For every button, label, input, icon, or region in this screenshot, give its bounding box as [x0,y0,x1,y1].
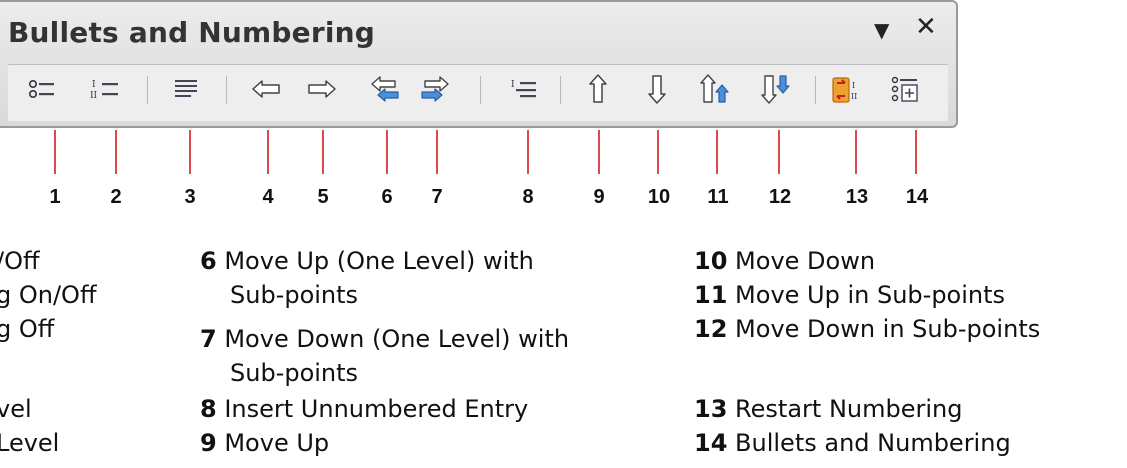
legend-number: 9 [200,429,217,457]
legend-item: 6 Move Up (One Level) with [200,246,534,277]
callout-line-1 [54,130,56,174]
legend-text: Move Down in Sub-points [735,315,1041,343]
callout-line-14 [915,130,917,174]
legend-item-continuation: Sub-points [230,281,359,309]
callout-line-5 [322,130,324,174]
legend-item: /Off [0,247,40,275]
bullets-icon[interactable] [26,72,60,106]
callout-line-13 [855,130,857,174]
legend-item: 9 Move Up [200,428,329,459]
toolbar-separator [815,76,816,104]
bullets-and-numbering-toolbar: Bullets and Numbering ▼ ✕ [0,0,958,128]
callout-number: 2 [110,186,122,208]
arrow-left-icon[interactable] [249,72,283,106]
numbering-icon[interactable]: I II [89,72,123,106]
legend-text: Move Down [735,247,876,275]
legend-number: 14 [694,429,728,457]
legend-text: Bullets and Numbering [735,429,1011,457]
legend-item: g On/Off [0,281,97,309]
legend-number: 12 [694,315,728,343]
legend-item: g Off [0,315,55,343]
svg-text:I: I [852,81,855,90]
legend-item: 11 Move Up in Sub-points [694,280,1005,311]
arrow-down-icon[interactable] [640,72,674,106]
legend-number: 13 [694,395,728,423]
callout-number: 4 [262,186,274,208]
legend-text: Move Up (One Level) with [224,247,534,275]
move-down-subpoints-icon[interactable] [758,72,792,106]
svg-text:II: II [90,91,98,101]
legend-item: 14 Bullets and Numbering [694,428,1011,459]
callout-line-3 [189,130,191,174]
callout-number: 6 [381,186,393,208]
legend-item: 8 Insert Unnumbered Entry [200,394,528,425]
legend-number: 8 [200,395,217,423]
toolbar-title[interactable]: Bullets and Numbering [8,16,375,49]
toolbar-button-row [8,64,948,121]
legend-text: Move Up [224,429,330,457]
callout-line-11 [716,130,718,174]
svg-text:II: II [851,92,857,101]
callout-number: 13 [845,186,869,208]
legend-text: Move Up in Sub-points [735,281,1006,309]
legend-text: Restart Numbering [735,395,963,423]
callout-number: 14 [905,186,929,208]
svg-text:I: I [92,80,96,90]
toolbar-separator [147,76,148,104]
callout-number: 10 [647,186,671,208]
insert-unnumbered-entry-icon[interactable]: I [508,72,542,106]
callout-line-2 [115,130,117,174]
callout-number: 12 [768,186,792,208]
legend-item: 10 Move Down [694,246,875,277]
toolbar-separator [480,76,481,104]
legend-text: Insert Unnumbered Entry [224,395,529,423]
close-icon[interactable]: ✕ [915,12,937,42]
legend-number: 6 [200,247,217,275]
bullets-numbering-dialog-icon[interactable] [888,72,922,106]
callout-number: 3 [184,186,196,208]
legend-item: 12 Move Down in Sub-points [694,314,1040,345]
move-up-subpoints-icon[interactable] [697,72,731,106]
restart-numbering-icon[interactable]: I II [830,72,864,106]
legend-item: 7 Move Down (One Level) with [200,324,569,355]
numbering-off-icon[interactable] [170,72,204,106]
move-down-level-subpoints-icon[interactable] [418,72,452,106]
callout-line-7 [436,130,438,174]
svg-text:I: I [511,80,515,90]
move-up-level-subpoints-icon[interactable] [368,72,402,106]
callout-line-4 [267,130,269,174]
legend-item: 13 Restart Numbering [694,394,962,425]
callout-number: 11 [707,186,729,208]
legend-number: 10 [694,247,728,275]
toolbar-separator [560,76,561,104]
toolbar-separator [226,76,227,104]
legend-number: 11 [694,281,728,309]
callout-number: 1 [49,186,61,208]
callout-number: 8 [522,186,534,208]
arrow-right-icon[interactable] [305,72,339,106]
legend-item: Level [0,429,60,457]
legend-number: 7 [200,325,217,353]
triangle-down-icon[interactable]: ▼ [874,18,889,42]
callout-number: 7 [431,186,443,208]
callout-line-8 [527,130,529,174]
arrow-up-icon[interactable] [581,72,615,106]
callout-line-9 [598,130,600,174]
callout-line-6 [386,130,388,174]
callout-number: 9 [593,186,605,208]
callout-line-10 [657,130,659,174]
legend-text: Move Down (One Level) with [224,325,570,353]
legend-item: vel [0,395,32,423]
legend-item-continuation: Sub-points [230,359,359,387]
callout-line-12 [778,130,780,174]
callout-number: 5 [317,186,329,208]
